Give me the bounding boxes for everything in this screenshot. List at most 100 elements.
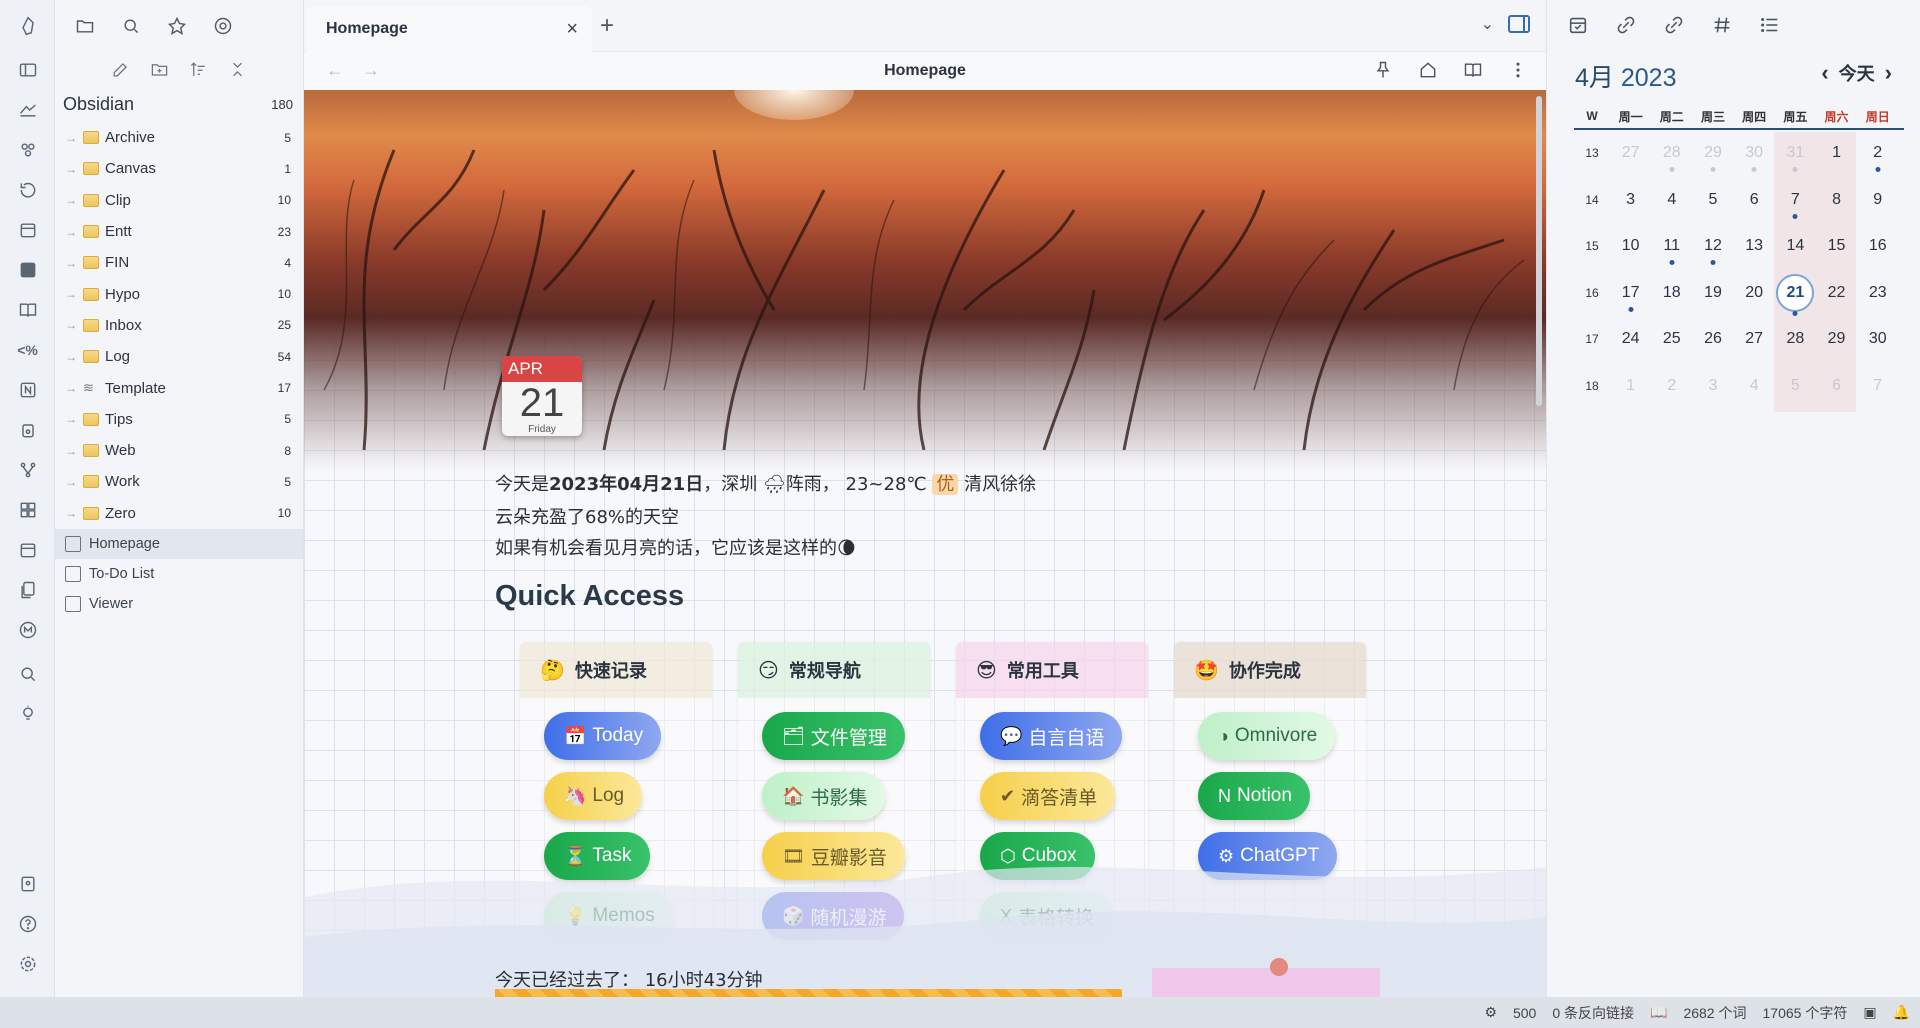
calendar-day[interactable]: 22 xyxy=(1816,284,1857,302)
sort-icon[interactable] xyxy=(189,60,208,79)
chrome-icon[interactable] xyxy=(211,14,235,38)
calendar-day[interactable]: 4 xyxy=(1651,191,1692,209)
quick-link-button[interactable]: 🏠 书影集 xyxy=(762,772,886,820)
calendar-day[interactable]: 10 xyxy=(1610,237,1651,255)
outgoing-links-icon[interactable] xyxy=(1663,14,1685,36)
quick-link-button[interactable]: 🦄 Log xyxy=(544,772,643,820)
quick-link-button[interactable]: N Notion xyxy=(1198,772,1310,820)
calendar-day[interactable]: 26 xyxy=(1692,330,1733,348)
quick-link-button[interactable]: ◑ Omnivore xyxy=(1198,712,1336,760)
note-item[interactable]: Homepage xyxy=(55,528,303,559)
search-icon[interactable] xyxy=(119,14,143,38)
calendar-day[interactable]: 29 xyxy=(1816,330,1857,348)
calendar-day[interactable]: 6 xyxy=(1816,377,1857,395)
book-icon[interactable] xyxy=(14,296,41,323)
bulb-icon[interactable] xyxy=(14,700,41,727)
calendar-day[interactable]: 27 xyxy=(1734,330,1775,348)
calendar-day[interactable]: 15 xyxy=(1816,237,1857,255)
folder-item[interactable]: → Archive 5 xyxy=(55,122,303,153)
reading-mode-icon[interactable] xyxy=(1463,60,1483,80)
chevron-right-icon[interactable]: → xyxy=(65,225,83,239)
collapse-icon[interactable] xyxy=(228,60,247,79)
layout-icon[interactable] xyxy=(14,56,41,83)
chevron-right-icon[interactable]: › xyxy=(1885,60,1892,86)
calendar-day[interactable]: 1 xyxy=(1610,377,1651,395)
close-icon[interactable]: × xyxy=(566,18,578,41)
chevron-right-icon[interactable]: → xyxy=(65,131,83,145)
medium-icon[interactable] xyxy=(14,616,41,643)
history-icon[interactable] xyxy=(14,176,41,203)
week-number[interactable]: 15 xyxy=(1574,239,1610,253)
calendar-day[interactable]: 18 xyxy=(1651,284,1692,302)
calendar-day[interactable]: 7 xyxy=(1775,191,1816,219)
chevron-right-icon[interactable]: → xyxy=(65,287,83,301)
note-item[interactable]: To-Do List xyxy=(55,559,303,589)
graph-icon[interactable] xyxy=(14,136,41,163)
tab-homepage[interactable]: Homepage × xyxy=(306,6,592,52)
copy-icon[interactable] xyxy=(14,416,41,443)
outline-icon[interactable] xyxy=(1759,14,1781,36)
calendar-day[interactable]: 16 xyxy=(1857,237,1898,255)
notion-icon[interactable] xyxy=(14,376,41,403)
calendar-day[interactable]: 25 xyxy=(1651,330,1692,348)
folder-item[interactable]: → FIN 4 xyxy=(55,247,303,278)
calendar-day[interactable]: 27 xyxy=(1610,144,1651,162)
chevron-right-icon[interactable]: → xyxy=(65,193,83,207)
today-button[interactable]: 今天 xyxy=(1839,60,1875,86)
calendar-day-today[interactable]: 21 xyxy=(1775,273,1816,316)
calendar-day[interactable]: 3 xyxy=(1692,377,1733,395)
quick-link-button[interactable]: 📅 Today xyxy=(544,712,662,760)
calendar-day[interactable]: 11 xyxy=(1651,237,1692,266)
calendar-day[interactable]: 29 xyxy=(1692,144,1733,173)
notify-icon[interactable]: 🔔 xyxy=(1893,1004,1910,1021)
calendar-day[interactable]: 24 xyxy=(1610,330,1651,348)
calendar-day[interactable]: 2 xyxy=(1857,144,1898,173)
week-number[interactable]: 18 xyxy=(1574,379,1610,393)
calendar-day[interactable]: 8 xyxy=(1816,191,1857,209)
chevron-right-icon[interactable]: → xyxy=(65,162,83,176)
folder-item[interactable]: → Log 54 xyxy=(55,341,303,372)
week-number[interactable]: 16 xyxy=(1574,286,1610,300)
chevron-right-icon[interactable]: → xyxy=(65,256,83,270)
calendar-day[interactable]: 2 xyxy=(1651,377,1692,395)
vault-icon[interactable] xyxy=(14,870,41,897)
calendar-day[interactable]: 13 xyxy=(1734,237,1775,255)
status-backlinks[interactable]: 0 条反向链接 xyxy=(1552,1003,1634,1023)
pin-icon[interactable] xyxy=(1373,60,1393,80)
calendar-day[interactable]: 12 xyxy=(1692,237,1733,266)
chevron-right-icon[interactable]: → xyxy=(65,350,83,364)
week-number[interactable]: 13 xyxy=(1574,146,1610,160)
calendar-day[interactable]: 5 xyxy=(1775,377,1816,395)
quick-link-button[interactable]: 🗂 文件管理 xyxy=(762,712,905,760)
new-note-icon[interactable] xyxy=(111,60,130,79)
nav-arrows-icon[interactable]: ←→ xyxy=(326,60,398,81)
calendar-icon[interactable] xyxy=(1567,14,1589,36)
chevron-right-icon[interactable]: → xyxy=(65,506,83,520)
calendar-day[interactable]: 3 xyxy=(1610,191,1651,209)
calendar-icon[interactable] xyxy=(14,216,41,243)
chevron-right-icon[interactable]: → xyxy=(65,444,83,458)
folder-item[interactable]: → Inbox 25 xyxy=(55,310,303,341)
search-icon[interactable] xyxy=(14,660,41,687)
new-folder-icon[interactable] xyxy=(150,60,169,79)
star-icon[interactable] xyxy=(165,14,189,38)
calendar-day[interactable]: 7 xyxy=(1857,377,1898,395)
calendar-day[interactable]: 4 xyxy=(1734,377,1775,395)
folder-item[interactable]: → Web 8 xyxy=(55,435,303,466)
more-options-icon[interactable] xyxy=(1508,60,1528,80)
grid-icon[interactable] xyxy=(14,496,41,523)
quick-link-button[interactable]: ✔ 滴答清单 xyxy=(980,772,1116,820)
calendar-day[interactable]: 14 xyxy=(1775,237,1816,255)
files-icon[interactable] xyxy=(14,576,41,603)
calendar-day[interactable]: 28 xyxy=(1775,330,1816,348)
calendar-day[interactable]: 30 xyxy=(1734,144,1775,173)
help-icon[interactable] xyxy=(14,910,41,937)
git-icon[interactable] xyxy=(14,456,41,483)
folder-item[interactable]: → Zero 10 xyxy=(55,498,303,529)
template-icon[interactable]: <% xyxy=(14,336,41,363)
chevron-down-icon[interactable]: ⌄ xyxy=(1481,14,1494,34)
flashcards-icon[interactable] xyxy=(14,96,41,123)
note-item[interactable]: Viewer xyxy=(55,589,303,619)
calendar-day[interactable]: 6 xyxy=(1734,191,1775,209)
home-icon[interactable] xyxy=(1418,60,1438,80)
